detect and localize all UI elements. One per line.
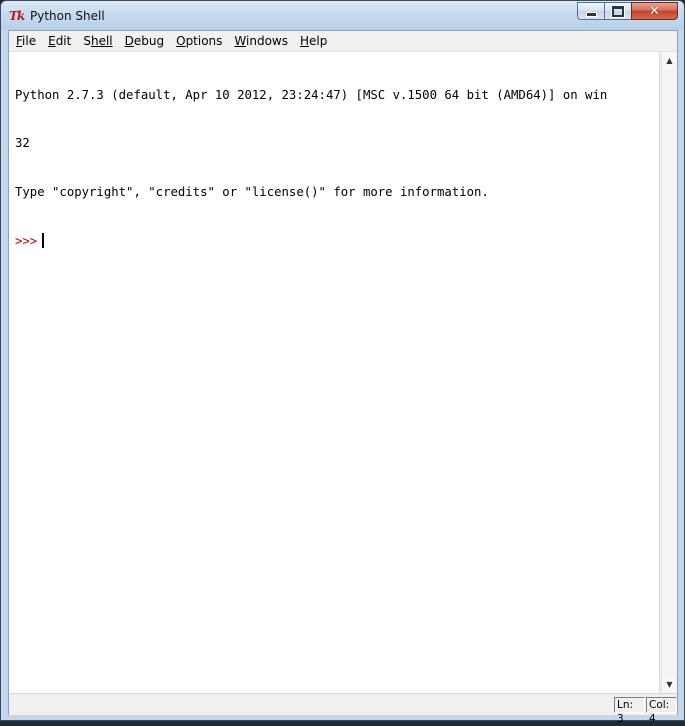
menu-windows[interactable]: Windows xyxy=(228,31,294,51)
scroll-up-button[interactable]: ▲ xyxy=(662,52,677,69)
menu-help[interactable]: Help xyxy=(294,31,333,51)
shell-text-area[interactable]: Python 2.7.3 (default, Apr 10 2012, 23:2… xyxy=(9,52,660,693)
menu-bar: File Edit Shell Debug Options Windows He… xyxy=(9,31,677,52)
status-column-number: Col: 4 xyxy=(646,697,677,725)
menu-options[interactable]: Options xyxy=(170,31,228,51)
maximize-icon xyxy=(611,4,625,18)
window-title: Python Shell xyxy=(30,9,105,23)
text-cursor xyxy=(42,233,45,249)
vertical-scrollbar[interactable]: ▲ ▼ xyxy=(661,52,677,693)
scroll-track[interactable] xyxy=(662,69,677,676)
shell-input-line[interactable]: >>> xyxy=(15,233,659,249)
title-bar[interactable]: Tk Python Shell ✕ xyxy=(1,1,684,30)
minimize-icon xyxy=(585,12,597,17)
shell-prompt: >>> xyxy=(15,234,38,249)
tk-icon: Tk xyxy=(9,9,25,23)
python-shell-window: Tk Python Shell ✕ File Edit Shell Debug … xyxy=(0,0,685,725)
shell-output-line: Type "copyright", "credits" or "license(… xyxy=(15,185,489,200)
caption-buttons: ✕ xyxy=(577,2,678,21)
arrow-down-icon: ▼ xyxy=(666,679,673,689)
arrow-up-icon: ▲ xyxy=(666,55,673,65)
menu-file[interactable]: File xyxy=(9,31,42,51)
menu-edit[interactable]: Edit xyxy=(42,31,77,51)
menu-debug[interactable]: Debug xyxy=(119,31,170,51)
shell-output-line: 32 xyxy=(15,136,30,151)
shell-output-line: Python 2.7.3 (default, Apr 10 2012, 23:2… xyxy=(15,87,608,102)
minimize-button[interactable] xyxy=(577,2,604,20)
window-client-area: File Edit Shell Debug Options Windows He… xyxy=(8,30,678,725)
maximize-button[interactable] xyxy=(604,2,631,20)
scroll-down-button[interactable]: ▼ xyxy=(662,676,677,693)
menu-shell[interactable]: Shell xyxy=(77,31,118,51)
status-bar: Ln: 3 Col: 4 xyxy=(9,693,677,725)
close-icon: ✕ xyxy=(649,3,660,19)
status-line-number: Ln: 3 xyxy=(614,697,645,725)
close-button[interactable]: ✕ xyxy=(631,2,678,20)
